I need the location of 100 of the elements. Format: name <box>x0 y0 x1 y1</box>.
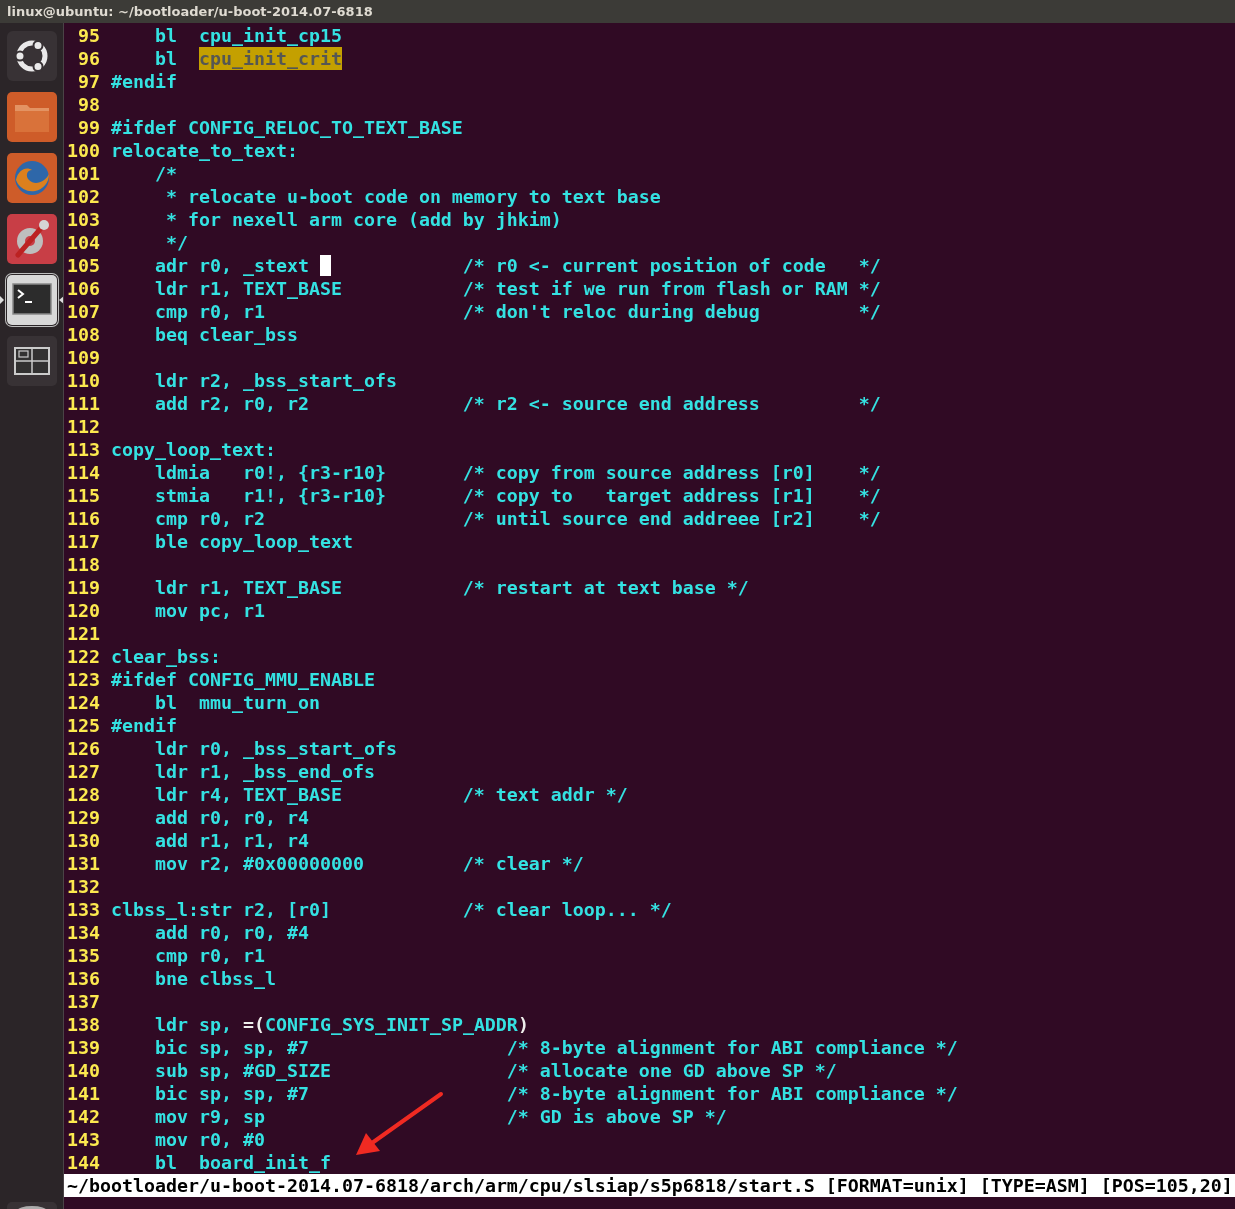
search-match: cpu_init_crit <box>198 47 342 70</box>
code-line: clear_bss: <box>110 645 221 668</box>
line-number: 97 <box>77 70 100 93</box>
code-line: mov pc, r1 <box>153 599 265 622</box>
code-line: clbss_l:str r2, [r0] /* clear loop... */ <box>110 898 672 921</box>
running-indicator-icon <box>0 296 4 304</box>
code-line: ldr r1, TEXT_BASE /* restart at text base */ <box>153 576 749 599</box>
line-number: 132 <box>67 875 100 898</box>
code-line: ldmia r0!, {r3-r10} /* copy from source address [r0] */ <box>153 461 881 484</box>
line-number: 140 <box>67 1059 100 1082</box>
line-number: 112 <box>67 415 100 438</box>
line-number: 135 <box>67 944 100 967</box>
line-number: 117 <box>67 530 100 553</box>
line-number: 124 <box>67 691 100 714</box>
line-number: 108 <box>67 323 100 346</box>
file-status-text: ~/bootloader/u-boot-2014.07-6818/arch/arm/cpu/slsiap/s5p6818/start.S [FORMAT=unix] [TYPE=ASM] [POS=105,20] <box>67 1175 1233 1196</box>
code-text: ldr sp, <box>153 1013 233 1036</box>
line-number: 128 <box>67 783 100 806</box>
code-line: mov r9, sp /* GD is above SP */ <box>153 1105 727 1128</box>
code-line: cmp r0, r1 /* don't reloc during debug */ <box>153 300 881 323</box>
line-number: 107 <box>67 300 100 323</box>
line-number: 131 <box>67 852 100 875</box>
code-line: */ <box>164 231 188 254</box>
line-number: 129 <box>67 806 100 829</box>
line-number: 103 <box>67 208 100 231</box>
line-number: 137 <box>67 990 100 1013</box>
line-number: 106 <box>67 277 100 300</box>
line-number: 144 <box>67 1151 100 1174</box>
line-number: 141 <box>67 1082 100 1105</box>
code-line: sub sp, #GD_SIZE /* allocate one GD above SP */ <box>153 1059 837 1082</box>
code-line: ldr r2, _bss_start_ofs <box>153 369 397 392</box>
code-line: add r2, r0, r2 /* r2 <- source end address */ <box>153 392 881 415</box>
code-line: bic sp, sp, #7 /* 8-byte alignment for ABI compliance */ <box>153 1036 958 1059</box>
line-number: 126 <box>67 737 100 760</box>
code-line: bl board_init_f <box>153 1151 331 1174</box>
code-line: bl mmu_turn_on <box>153 691 320 714</box>
line-number: 104 <box>67 231 100 254</box>
code-line: #ifdef CONFIG_RELOC_TO_TEXT_BASE <box>110 116 463 139</box>
code-line: add r1, r1, r4 <box>153 829 309 852</box>
line-number: 113 <box>67 438 100 461</box>
line-number: 139 <box>67 1036 100 1059</box>
code-punctuation: =( <box>242 1013 265 1036</box>
line-number: 111 <box>67 392 100 415</box>
code-line: #endif <box>110 714 177 737</box>
line-number: 121 <box>67 622 100 645</box>
code-line: bl cpu_init_cp15 <box>153 24 342 47</box>
line-number: 109 <box>67 346 100 369</box>
code-line: #endif <box>110 70 177 93</box>
line-number: 123 <box>67 668 100 691</box>
line-number: 134 <box>67 921 100 944</box>
line-number: 110 <box>67 369 100 392</box>
code-text: /* r0 <- current position of code */ <box>461 254 881 277</box>
line-number: 133 <box>67 898 100 921</box>
code-line: bne clbss_l <box>153 967 276 990</box>
code-line: add r0, r0, r4 <box>153 806 309 829</box>
text-cursor <box>319 255 331 276</box>
line-number: 122 <box>67 645 100 668</box>
line-number: 105 <box>67 254 100 277</box>
code-line: #ifdef CONFIG_MMU_ENABLE <box>110 668 375 691</box>
line-number: 118 <box>67 553 100 576</box>
code-line: cmp r0, r1 <box>153 944 265 967</box>
code-punctuation: ) <box>517 1013 529 1036</box>
workspace-grid-icon[interactable] <box>5 335 58 387</box>
line-number: 142 <box>67 1105 100 1128</box>
code-line: stmia r1!, {r3-r10} /* copy to target address [r1] */ <box>153 484 881 507</box>
line-number: 95 <box>77 24 100 47</box>
folder-icon[interactable] <box>5 91 58 143</box>
code-line: beq clear_bss <box>153 323 298 346</box>
code-line: ldr r1, TEXT_BASE /* test if we run from flash or RAM */ <box>153 277 881 300</box>
gear-wrench-icon[interactable] <box>5 213 58 265</box>
line-number: 100 <box>67 139 100 162</box>
ubuntu-logo-icon[interactable] <box>5 30 58 82</box>
line-number: 115 <box>67 484 100 507</box>
code-line: copy_loop_text: <box>110 438 276 461</box>
line-number: 99 <box>77 116 100 139</box>
line-number: 98 <box>77 93 100 116</box>
code-line: /* <box>153 162 177 185</box>
line-number: 119 <box>67 576 100 599</box>
code-text: bl <box>153 47 178 70</box>
code-line: bic sp, sp, #7 /* 8-byte alignment for ABI compliance */ <box>153 1082 958 1105</box>
code-line: mov r2, #0x00000000 /* clear */ <box>153 852 584 875</box>
code-line: * for nexell arm core (add by jhkim) <box>164 208 562 231</box>
code-line: relocate_to_text: <box>110 139 298 162</box>
line-number: 127 <box>67 760 100 783</box>
code-line: cmp r0, r2 /* until source end addreee [r2] */ <box>153 507 881 530</box>
code-line: ble copy_loop_text <box>153 530 353 553</box>
line-number: 130 <box>67 829 100 852</box>
code-text: adr r0, _stext <box>153 254 310 277</box>
line-number: 136 <box>67 967 100 990</box>
code-line: * relocate u-boot code on memory to text base <box>164 185 661 208</box>
line-number: 143 <box>67 1128 100 1151</box>
code-text: CONFIG_SYS_INIT_SP_ADDR <box>264 1013 518 1036</box>
terminal-icon[interactable] <box>5 274 58 326</box>
code-line: mov r0, #0 <box>153 1128 265 1151</box>
line-number: 114 <box>67 461 100 484</box>
line-number: 120 <box>67 599 100 622</box>
code-line: add r0, r0, #4 <box>153 921 309 944</box>
line-number: 101 <box>67 162 100 185</box>
code-line: ldr r4, TEXT_BASE /* text addr */ <box>153 783 628 806</box>
browser-globe-icon[interactable] <box>5 152 58 204</box>
